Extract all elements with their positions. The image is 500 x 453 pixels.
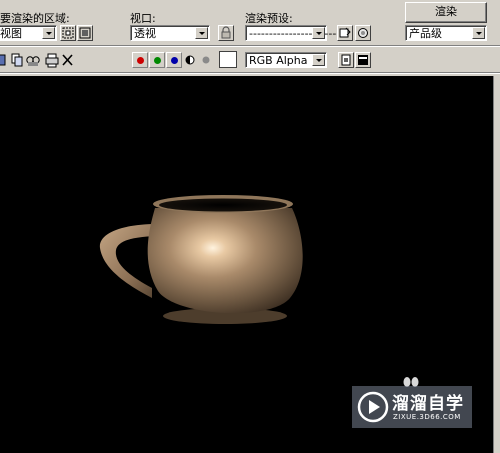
gray-dot-icon: [202, 56, 210, 64]
chevron-down-icon: [312, 27, 325, 39]
watermark-panel: 溜溜自学 ZIXUE.3D66.COM: [352, 386, 472, 428]
chevron-down-icon: [312, 54, 325, 66]
edit-region-button[interactable]: [60, 25, 76, 41]
chevron-down-icon: [472, 27, 485, 39]
lock-viewport-button[interactable]: [218, 25, 234, 41]
render-frame-viewport: 溜溜自学 ZIXUE.3D66.COM: [0, 76, 493, 453]
teapot-render-icon: [358, 28, 368, 38]
print-icon[interactable]: [45, 53, 59, 68]
viewport-value: 透视: [134, 27, 156, 40]
display-toggle-button-1[interactable]: [338, 52, 354, 68]
toolbar-divider: [0, 45, 500, 47]
red-dot-icon: [137, 57, 144, 64]
display-toggle-button-2[interactable]: [355, 52, 371, 68]
color-swatch[interactable]: [219, 51, 237, 68]
region-edit-icon: [62, 27, 74, 39]
clear-icon[interactable]: [62, 54, 73, 66]
auto-region-button[interactable]: [77, 25, 93, 41]
render-setup-button[interactable]: [337, 25, 353, 41]
copy-image-icon[interactable]: [11, 53, 23, 67]
monochrome-toggle[interactable]: [200, 54, 212, 66]
environment-button[interactable]: [355, 25, 371, 41]
render-region-dropdown[interactable]: 视图: [0, 25, 57, 41]
blue-channel-toggle[interactable]: [166, 52, 182, 68]
chevron-down-icon: [195, 27, 208, 39]
clone-window-icon[interactable]: [26, 56, 40, 66]
viewport-dropdown[interactable]: 透视: [130, 25, 210, 41]
green-channel-toggle[interactable]: [149, 52, 165, 68]
quality-dropdown[interactable]: 产品级: [405, 25, 487, 41]
display-channel-dropdown[interactable]: RGB Alpha: [245, 52, 327, 68]
page-icon: [341, 54, 351, 66]
watermark-url: ZIXUE.3D66.COM: [393, 413, 461, 421]
render-preset-value: -------------------------: [249, 27, 349, 40]
render-setup-icon: [339, 27, 351, 38]
watermark-brand: 溜溜自学: [392, 394, 464, 414]
frame-icon: [358, 55, 368, 65]
file-toolbar: [0, 52, 75, 68]
alpha-channel-toggle[interactable]: [184, 54, 196, 66]
save-image-icon[interactable]: [0, 54, 6, 66]
display-channel-value: RGB Alpha: [249, 54, 308, 67]
region-auto-icon: [79, 27, 91, 39]
render-region-label: 要渲染的区域:: [0, 12, 70, 25]
half-circle-icon: [185, 55, 195, 65]
green-dot-icon: [154, 57, 161, 64]
play-logo-icon: [357, 391, 389, 423]
render-preset-label: 渲染预设:: [245, 12, 293, 25]
blue-dot-icon: [171, 57, 178, 64]
chevron-down-icon: [42, 27, 55, 39]
render-button[interactable]: 渲染: [405, 2, 487, 23]
render-preset-dropdown[interactable]: -------------------------: [245, 25, 348, 41]
vertical-scrollbar[interactable]: [493, 76, 500, 453]
toolbar-divider: [0, 72, 500, 74]
red-channel-toggle[interactable]: [132, 52, 148, 68]
render-region-value: 视图: [0, 27, 22, 40]
lock-icon: [221, 26, 231, 39]
viewport-label: 视口:: [130, 12, 156, 25]
quality-value: 产品级: [409, 27, 442, 40]
